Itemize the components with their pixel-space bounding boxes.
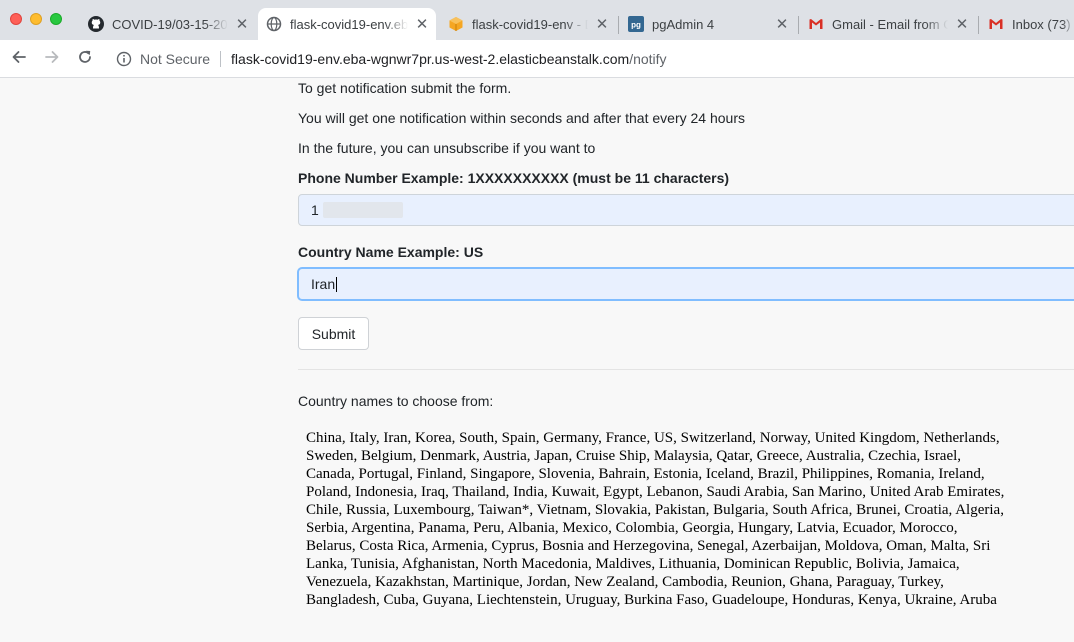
pgadmin-icon: pg: [628, 16, 644, 32]
tab-github[interactable]: COVID-19/03-15-2020 ✕: [80, 8, 256, 40]
phone-number-label: Phone Number Example: 1XXXXXXXXXX (must …: [298, 170, 730, 186]
security-status-label[interactable]: Not Secure: [140, 51, 210, 67]
tab-label: Gmail - Email from G: [832, 16, 948, 32]
page-viewport: To get notification submit the form. You…: [0, 78, 1074, 642]
intro-text-2: You will get one notification within sec…: [298, 110, 745, 126]
tab-separator: [798, 16, 799, 34]
close-window-button[interactable]: [10, 13, 22, 25]
country-list-text: China, Italy, Iran, Korea, South, Spain,…: [306, 430, 1005, 608]
close-tab-icon[interactable]: ✕: [594, 15, 610, 33]
tab-separator: [978, 16, 979, 34]
submit-button[interactable]: Submit: [298, 317, 369, 350]
country-name-label: Country Name Example: US: [298, 244, 484, 260]
forward-button[interactable]: [41, 48, 63, 70]
tab-label: flask-covid19-env - Dashboard: [472, 16, 588, 32]
tab-aws-dashboard[interactable]: flask-covid19-env - Dashboard ✕: [440, 8, 616, 40]
reload-icon: [77, 49, 93, 70]
omnibox-divider: [220, 51, 222, 67]
minimize-window-button[interactable]: [30, 13, 42, 25]
intro-text-3: In the future, you can unsubscribe if yo…: [298, 140, 596, 156]
info-icon[interactable]: [116, 51, 132, 67]
maximize-window-button[interactable]: [50, 13, 62, 25]
url-host: flask-covid19-env.eba-wgnwr7pr.us-west-2…: [231, 51, 630, 67]
tab-label: flask-covid19-env.eba: [290, 16, 408, 32]
tab-label: pgAdmin 4: [652, 16, 715, 32]
globe-icon: [266, 16, 282, 32]
back-button[interactable]: [8, 48, 30, 70]
close-tab-icon[interactable]: ✕: [234, 15, 250, 33]
github-icon: [88, 16, 104, 32]
text-cursor: [336, 276, 338, 292]
close-tab-icon[interactable]: ✕: [774, 15, 790, 33]
reload-button[interactable]: [74, 48, 96, 70]
phone-number-value: 1: [311, 202, 319, 218]
gmail-icon: [808, 16, 824, 32]
address-bar[interactable]: Not Secure flask-covid19-env.eba-wgnwr7p…: [110, 45, 1074, 73]
url-path: /notify: [629, 51, 667, 67]
close-tab-icon[interactable]: ✕: [414, 15, 430, 33]
tab-gmail-email[interactable]: Gmail - Email from G ✕: [800, 8, 976, 40]
intro-text-1: To get notification submit the form.: [298, 80, 512, 96]
country-name-value: Iran: [311, 276, 336, 292]
redacted-block: [322, 202, 403, 218]
countries-heading: Country names to choose from:: [298, 393, 494, 409]
svg-text:pg: pg: [631, 21, 641, 30]
tab-label: COVID-19/03-15-2020: [112, 16, 228, 32]
browser-toolbar: Not Secure flask-covid19-env.eba-wgnwr7p…: [0, 40, 1074, 78]
tab-label: Inbox (73): [1012, 16, 1071, 32]
tab-strip: COVID-19/03-15-2020 ✕ flask-covid19-env.…: [0, 0, 1074, 40]
country-name-input[interactable]: Iran: [298, 268, 1074, 300]
tab-pgadmin[interactable]: pg pgAdmin 4 ✕: [620, 8, 796, 40]
forward-arrow-icon: [44, 49, 60, 70]
divider: [298, 369, 1074, 370]
aws-box-icon: [448, 16, 464, 32]
gmail-icon: [988, 16, 1004, 32]
close-tab-icon[interactable]: ✕: [954, 15, 970, 33]
tab-flask-notify[interactable]: flask-covid19-env.eba ✕: [258, 8, 436, 40]
phone-number-input[interactable]: 1: [298, 194, 1074, 226]
tab-separator: [618, 16, 619, 34]
tab-gmail-inbox[interactable]: Inbox (73): [980, 8, 1074, 40]
back-arrow-icon: [11, 49, 27, 70]
